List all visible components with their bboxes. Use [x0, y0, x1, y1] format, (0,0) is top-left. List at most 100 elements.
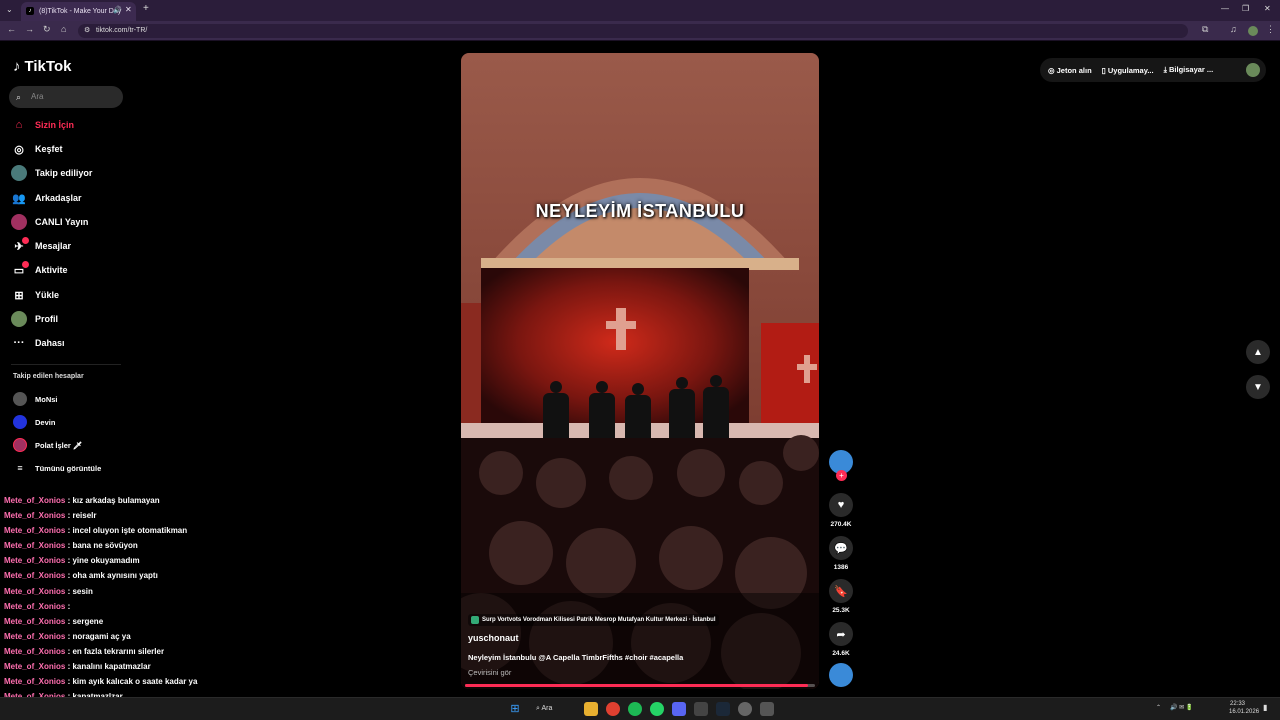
search-input[interactable]: ⌕ Ara [9, 86, 123, 108]
nav-label: Sizin İçin [35, 120, 75, 130]
tab-title: (8)TikTok - Make Your Day [39, 8, 122, 15]
chat-username: Mete_of_Xonios [4, 571, 66, 581]
site-info-icon[interactable]: ⚙ [84, 24, 90, 38]
see-all-accounts[interactable]: ≡ Tümünü görüntüle [13, 460, 101, 476]
followed-accounts-title: Takip edilen hesaplar [13, 373, 84, 380]
followed-account[interactable]: MoNsi [13, 391, 58, 407]
user-avatar[interactable] [1246, 63, 1260, 77]
browser-profile-avatar[interactable] [1248, 26, 1258, 36]
nav-more[interactable]: ··· Dahası [11, 333, 65, 353]
chat-username: Mete_of_Xonios [4, 646, 66, 656]
logo-text: TikTok [24, 58, 72, 75]
clock-date[interactable]: 16.01.2026 [1229, 709, 1259, 715]
nav-activity[interactable]: ▭ Aktivite [11, 260, 68, 280]
settings-icon[interactable] [760, 702, 774, 716]
forward-icon[interactable]: → [25, 24, 34, 34]
chevron-up-icon: ▲ [1253, 346, 1263, 358]
avatar [13, 415, 27, 429]
chat-message: : bana ne sövüyon [65, 541, 138, 551]
following-icon [11, 165, 27, 181]
browser-tab[interactable]: ♪ (8)TikTok - Make Your Day 🔊 ✕ [21, 2, 136, 21]
nav-label: Dahası [35, 338, 65, 348]
follow-plus-icon[interactable]: + [836, 470, 847, 481]
chat-username: Mete_of_Xonios [4, 556, 66, 566]
chat-message: : kız arkadaş bulamayan [65, 496, 160, 505]
steam-icon[interactable] [716, 702, 730, 716]
url-field[interactable]: ⚙ tiktok.com/tr-TR/ [78, 24, 1188, 38]
chat-line: Mete_of_Xonios : [4, 599, 197, 614]
previous-video-button[interactable]: ▲ [1246, 340, 1270, 364]
browser-menu-icon[interactable]: ⋮ [1266, 24, 1275, 35]
back-icon[interactable]: ← [7, 24, 16, 34]
video-progress-bar[interactable] [465, 684, 815, 687]
translate-link[interactable]: Çevirisini gör [468, 668, 511, 677]
get-app-button[interactable]: ▯ Uygulamay... [1102, 66, 1154, 75]
tray-chevron-icon[interactable]: ⌃ [1156, 704, 1161, 711]
close-window-icon[interactable]: ✕ [1264, 4, 1271, 13]
nav-profile[interactable]: Profil [11, 309, 58, 329]
nav-messages[interactable]: ✈ Mesajlar [11, 236, 71, 256]
file-explorer-icon[interactable] [584, 702, 598, 716]
media-icon[interactable]: ♫ [1230, 24, 1237, 34]
next-video-button[interactable]: ▼ [1246, 375, 1270, 399]
new-tab-button[interactable]: + [143, 3, 149, 14]
chat-message: : kim ayık kalıcak o saate kadar ya [65, 677, 198, 687]
nav-friends[interactable]: 👥 Arkadaşlar [11, 188, 81, 208]
sidebar-divider [11, 364, 121, 365]
nav-upload[interactable]: ⊞ Yükle [11, 285, 59, 305]
home-browser-icon[interactable]: ⌂ [61, 24, 66, 34]
nav-explore[interactable]: ◎ Keşfet [11, 139, 63, 159]
chat-line: Mete_of_Xonios : kim ayık kalıcak o saat… [4, 674, 197, 689]
nav-label: Takip ediliyor [35, 168, 93, 178]
app-icon[interactable] [694, 702, 708, 716]
video-author[interactable]: yuschonaut [468, 633, 519, 643]
account-name: Devin [35, 417, 56, 427]
chat-username: Mete_of_Xonios [4, 677, 66, 687]
author-avatar-button[interactable]: + [828, 450, 854, 481]
share-button[interactable]: ➦ 24.6K [828, 622, 854, 657]
minimize-icon[interactable]: — [1221, 4, 1229, 13]
tray-icons[interactable]: 🔊 ✉ 🔋 [1170, 704, 1193, 711]
nav-live[interactable]: CANLI Yayın [11, 212, 88, 232]
clock-time[interactable]: 22:33 [1230, 701, 1245, 707]
desktop-app-button[interactable]: ⤓ Bilgisayar ... [1164, 65, 1214, 75]
close-tab-icon[interactable]: ✕ [125, 5, 132, 14]
search-placeholder: Ara [31, 92, 44, 101]
compass-icon: ◎ [14, 143, 24, 156]
tab-list-icon[interactable]: ⌄ [6, 5, 13, 14]
notification-icon[interactable]: ▮ [1263, 703, 1267, 712]
save-button[interactable]: 🔖 25.3K [828, 579, 854, 614]
reload-icon[interactable]: ↻ [43, 24, 51, 35]
nav-following[interactable]: Takip ediliyor [11, 163, 92, 183]
followed-account[interactable]: Devin [13, 414, 55, 430]
windows-start-icon[interactable]: ⊞ [508, 702, 522, 716]
account-name: MoNsi [35, 394, 58, 404]
get-coins-button[interactable]: ◎ Jeton alın [1048, 66, 1092, 75]
followed-account[interactable]: Polat İşler 🗡 [13, 437, 82, 453]
address-bar-row: ← → ↻ ⌂ ⚙ tiktok.com/tr-TR/ ⧉ ♫ ⋮ [0, 21, 1280, 41]
maximize-icon[interactable]: ❐ [1242, 4, 1249, 13]
nav-label: Keşfet [35, 144, 63, 154]
get-coins-label: Jeton alın [1056, 65, 1092, 75]
chevron-down-icon: ▼ [1253, 381, 1263, 393]
discord-icon[interactable] [672, 702, 686, 716]
extensions-icon[interactable]: ⧉ [1202, 24, 1208, 35]
location-tag[interactable]: Surp Vortvots Vorodman Kilisesi Patrik M… [468, 614, 720, 626]
taskbar-search[interactable]: ⌕ Ara [536, 702, 574, 716]
audio-icon[interactable]: 🔊 [113, 6, 122, 14]
nav-for-you[interactable]: ⌂ Sizin İçin [11, 115, 74, 135]
sound-disc-button[interactable] [828, 663, 854, 687]
share-icon: ➦ [829, 622, 853, 646]
chat-message: : en fazla tekrarını silerler [65, 646, 165, 656]
chrome-icon[interactable] [606, 702, 620, 716]
spotify-icon[interactable] [628, 702, 642, 716]
like-button[interactable]: ♥ 270.4K [828, 493, 854, 528]
avatar [13, 438, 27, 452]
tiktok-logo[interactable]: ♪ TikTok [13, 58, 71, 75]
chat-line: Mete_of_Xonios : sergene [4, 614, 197, 629]
whatsapp-icon[interactable] [650, 702, 664, 716]
obs-icon[interactable] [738, 702, 752, 716]
notification-badge [22, 261, 29, 268]
comment-button[interactable]: 💬 1386 [828, 536, 854, 571]
video-player[interactable]: NEYLEYİM İSTANBULU Surp Vortvots Vorodma… [461, 53, 819, 689]
